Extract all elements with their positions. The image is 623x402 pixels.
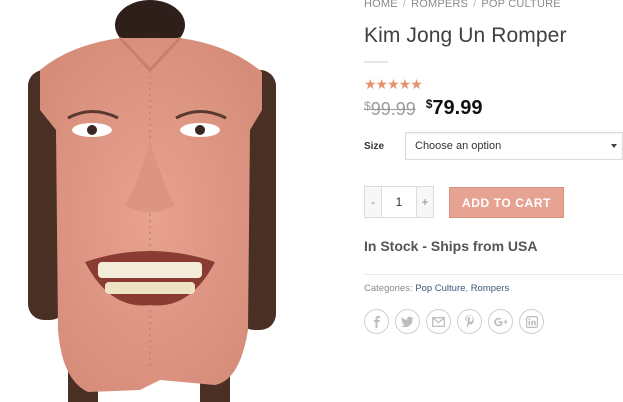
categories-label: Categories: <box>364 283 413 294</box>
old-price: $99.99 <box>364 99 416 120</box>
category-separator: , <box>465 283 469 294</box>
breadcrumb-separator: / <box>402 0 407 10</box>
add-to-cart-row: - 1 + ADD TO CART <box>364 186 623 218</box>
breadcrumb: HOME / ROMPERS / POP CULTURE <box>364 0 623 12</box>
linkedin-icon[interactable] <box>519 309 544 334</box>
rating-stars: ★★★★★ <box>364 76 423 92</box>
quantity-plus-button[interactable]: + <box>416 187 433 217</box>
breadcrumb-pop-culture[interactable]: POP CULTURE <box>481 0 560 10</box>
breadcrumb-rompers[interactable]: ROMPERS <box>411 0 468 10</box>
size-option-row: Size Choose an option <box>364 132 623 160</box>
price-block: $99.99 $79.99 <box>364 96 623 124</box>
product-image[interactable] <box>0 0 352 402</box>
title-divider <box>364 61 388 63</box>
stock-status: In Stock - Ships from USA <box>364 238 538 254</box>
product-info: HOME / ROMPERS / POP CULTURE Kim Jong Un Rom… <box>364 0 623 334</box>
share-buttons <box>364 309 544 334</box>
quantity-input[interactable]: 1 <box>382 187 416 217</box>
pinterest-icon[interactable] <box>457 309 482 334</box>
add-to-cart-button[interactable]: ADD TO CART <box>449 187 564 218</box>
sale-price-symbol: $ <box>425 97 433 111</box>
product-title: Kim Jong Un Romper <box>364 24 567 47</box>
twitter-icon[interactable] <box>395 309 420 334</box>
size-select[interactable]: Choose an option <box>405 132 623 160</box>
google-plus-icon[interactable] <box>488 309 513 334</box>
sale-price-value: 79.99 <box>432 97 483 119</box>
meta-divider <box>364 274 623 275</box>
sale-price: $79.99 <box>426 97 483 120</box>
old-price-value: 99.99 <box>370 99 416 119</box>
breadcrumb-separator: / <box>473 0 477 10</box>
email-icon[interactable] <box>426 309 451 334</box>
quantity-stepper: - 1 + <box>364 186 434 218</box>
old-price-symbol: $ <box>364 99 371 113</box>
breadcrumb-home[interactable]: HOME <box>364 0 398 10</box>
product-page: HOME / ROMPERS / POP CULTURE Kim Jong Un Rom… <box>0 0 623 402</box>
categories: Categories: Pop Culture, Rompers <box>364 283 509 294</box>
chevron-down-icon <box>611 144 617 148</box>
size-select-value: Choose an option <box>415 140 502 152</box>
size-label: Size <box>364 141 385 152</box>
facebook-icon[interactable] <box>364 309 389 334</box>
category-link-pop-culture[interactable]: Pop Culture <box>415 283 465 294</box>
category-link-rompers[interactable]: Rompers <box>471 283 510 294</box>
quantity-minus-button[interactable]: - <box>365 187 382 217</box>
